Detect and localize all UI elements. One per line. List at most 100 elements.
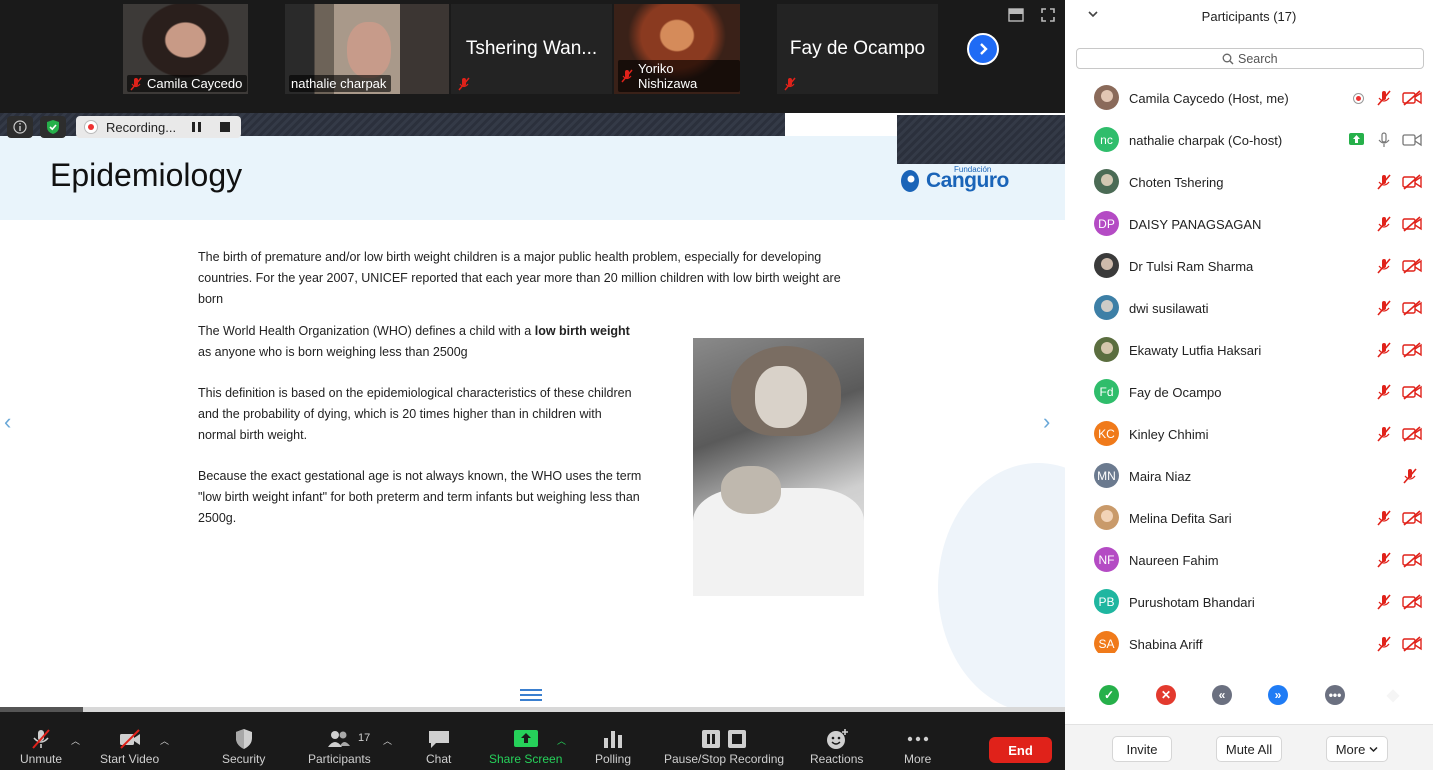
video-off-icon[interactable] bbox=[1402, 216, 1422, 232]
participant-row[interactable]: nc nathalie charpak (Co-host) bbox=[1065, 119, 1433, 161]
search-input[interactable] bbox=[1238, 51, 1278, 66]
participant-row[interactable]: dwi susilawati bbox=[1065, 287, 1433, 329]
participants-options-caret[interactable]: ︿ bbox=[383, 734, 392, 747]
more-options-button[interactable]: More bbox=[1326, 736, 1388, 762]
nonverbal-feedback-bar: ✓ ✕ « » ••• ◆ bbox=[1065, 685, 1433, 711]
mic-muted-icon[interactable] bbox=[1376, 426, 1392, 442]
participants-panel: Participants (17) Camila Caycedo (Host, … bbox=[1065, 0, 1433, 770]
video-tile[interactable]: Camila Caycedo bbox=[123, 4, 248, 94]
text-span: The World Health Organization (WHO) defi… bbox=[198, 324, 535, 338]
hide-strip-icon[interactable] bbox=[1008, 8, 1024, 22]
mute-all-button[interactable]: Mute All bbox=[1216, 736, 1282, 762]
participant-row[interactable]: SA Shabina Ariff bbox=[1065, 623, 1433, 653]
video-strip: Camila Caycedo nathalie charpak Tshering… bbox=[0, 0, 1065, 104]
video-tile-active-speaker[interactable]: nathalie charpak bbox=[285, 4, 449, 94]
participant-row[interactable]: Ekawaty Lutfia Haksari bbox=[1065, 329, 1433, 371]
unmute-label: Unmute bbox=[20, 752, 63, 766]
video-off-icon[interactable] bbox=[1402, 636, 1422, 652]
slide-prev-arrow[interactable]: ‹ bbox=[4, 409, 11, 435]
video-off-icon[interactable] bbox=[1402, 594, 1422, 610]
slide-next-arrow[interactable]: › bbox=[1043, 409, 1050, 435]
mic-icon[interactable] bbox=[1376, 132, 1392, 148]
encryption-button[interactable] bbox=[40, 116, 66, 138]
pause-stop-icon bbox=[702, 730, 747, 748]
participant-search[interactable] bbox=[1076, 48, 1424, 69]
next-page-button[interactable] bbox=[967, 33, 999, 65]
video-tile[interactable]: Fay de Ocampo bbox=[777, 4, 938, 94]
slide-menu-icon[interactable] bbox=[520, 689, 542, 701]
fullscreen-icon[interactable] bbox=[1041, 8, 1057, 22]
share-screen-button[interactable]: Share Screen bbox=[489, 728, 562, 766]
stop-recording-icon[interactable] bbox=[220, 122, 230, 132]
invite-button[interactable]: Invite bbox=[1112, 736, 1172, 762]
video-off-icon[interactable] bbox=[1402, 90, 1422, 106]
participant-row[interactable]: Fd Fay de Ocampo bbox=[1065, 371, 1433, 413]
avatar: DP bbox=[1094, 211, 1119, 236]
participant-row[interactable]: DP DAISY PANAGSAGAN bbox=[1065, 203, 1433, 245]
mic-muted-icon[interactable] bbox=[1376, 174, 1392, 190]
unmute-button[interactable]: Unmute bbox=[20, 728, 62, 766]
pause-recording-icon[interactable] bbox=[192, 122, 204, 132]
chat-button[interactable]: Chat bbox=[426, 728, 451, 766]
video-options-caret[interactable]: ︿ bbox=[160, 734, 169, 747]
mic-muted-icon[interactable] bbox=[1376, 342, 1392, 358]
meeting-info-button[interactable] bbox=[7, 116, 33, 138]
mic-muted-icon[interactable] bbox=[1376, 216, 1392, 232]
mic-muted-icon[interactable] bbox=[1376, 552, 1392, 568]
video-off-icon[interactable] bbox=[1402, 510, 1422, 526]
start-video-button[interactable]: Start Video bbox=[100, 728, 159, 766]
security-label: Security bbox=[222, 752, 266, 766]
participant-row[interactable]: Choten Tshering bbox=[1065, 161, 1433, 203]
video-off-icon[interactable] bbox=[1402, 342, 1422, 358]
photo-shape bbox=[721, 466, 781, 514]
audio-options-caret[interactable]: ︿ bbox=[71, 734, 80, 747]
meeting-toolbar: Unmute ︿ Start Video ︿ Security Particip… bbox=[0, 720, 1065, 770]
participant-row[interactable]: KC Kinley Chhimi bbox=[1065, 413, 1433, 455]
recording-icon bbox=[1353, 93, 1364, 104]
mic-muted-icon[interactable] bbox=[1376, 258, 1392, 274]
clear-icon[interactable]: ◆ bbox=[1383, 685, 1403, 705]
video-off-icon[interactable] bbox=[1402, 300, 1422, 316]
avatar: MN bbox=[1094, 463, 1119, 488]
x-icon[interactable]: ✕ bbox=[1156, 685, 1176, 705]
tile-caption bbox=[455, 76, 476, 92]
video-off-icon[interactable] bbox=[1402, 384, 1422, 400]
video-off-icon[interactable] bbox=[1402, 174, 1422, 190]
video-icon[interactable] bbox=[1402, 132, 1422, 148]
mic-muted-icon[interactable] bbox=[1376, 636, 1392, 652]
mic-muted-icon[interactable] bbox=[1402, 468, 1418, 484]
share-options-caret[interactable]: ︿ bbox=[557, 734, 566, 747]
security-button[interactable]: Security bbox=[222, 728, 265, 766]
end-meeting-button[interactable]: End bbox=[989, 737, 1052, 763]
video-tile[interactable]: Tshering Wan... bbox=[451, 4, 612, 94]
participant-row[interactable]: PB Purushotam Bhandari bbox=[1065, 581, 1433, 623]
slower-icon[interactable]: « bbox=[1212, 685, 1232, 705]
participant-row[interactable]: NF Naureen Fahim bbox=[1065, 539, 1433, 581]
mic-muted-icon[interactable] bbox=[1376, 384, 1392, 400]
mic-muted-icon[interactable] bbox=[1376, 90, 1392, 106]
pause-stop-recording-button[interactable]: Pause/Stop Recording bbox=[664, 728, 784, 766]
video-off-icon[interactable] bbox=[1402, 552, 1422, 568]
participant-row[interactable]: Dr Tulsi Ram Sharma bbox=[1065, 245, 1433, 287]
video-off-icon[interactable] bbox=[1402, 426, 1422, 442]
mic-muted-icon[interactable] bbox=[1376, 300, 1392, 316]
tile-big-name: Tshering Wan... bbox=[465, 38, 598, 59]
reactions-label: Reactions bbox=[810, 752, 864, 766]
participant-row[interactable]: MN Maira Niaz bbox=[1065, 455, 1433, 497]
more-reactions-icon[interactable]: ••• bbox=[1325, 685, 1345, 705]
panel-title: Participants (17) bbox=[1201, 9, 1297, 24]
participant-row[interactable]: Camila Caycedo (Host, me) bbox=[1065, 77, 1433, 119]
shared-slide: Epidemiology Fundación Canguro The birth… bbox=[0, 113, 1065, 707]
participant-row[interactable]: Melina Defita Sari bbox=[1065, 497, 1433, 539]
faster-icon[interactable]: » bbox=[1268, 685, 1288, 705]
mic-muted-icon[interactable] bbox=[1376, 594, 1392, 610]
reactions-button[interactable]: Reactions bbox=[810, 728, 863, 766]
mic-muted-icon[interactable] bbox=[1376, 510, 1392, 526]
avatar bbox=[1094, 169, 1119, 194]
polling-button[interactable]: Polling bbox=[595, 728, 631, 766]
slide-progress-bar bbox=[0, 707, 1065, 712]
video-off-icon[interactable] bbox=[1402, 258, 1422, 274]
more-button[interactable]: More bbox=[904, 728, 931, 766]
video-tile[interactable]: Yoriko Nishizawa bbox=[614, 4, 740, 94]
check-icon[interactable]: ✓ bbox=[1099, 685, 1119, 705]
